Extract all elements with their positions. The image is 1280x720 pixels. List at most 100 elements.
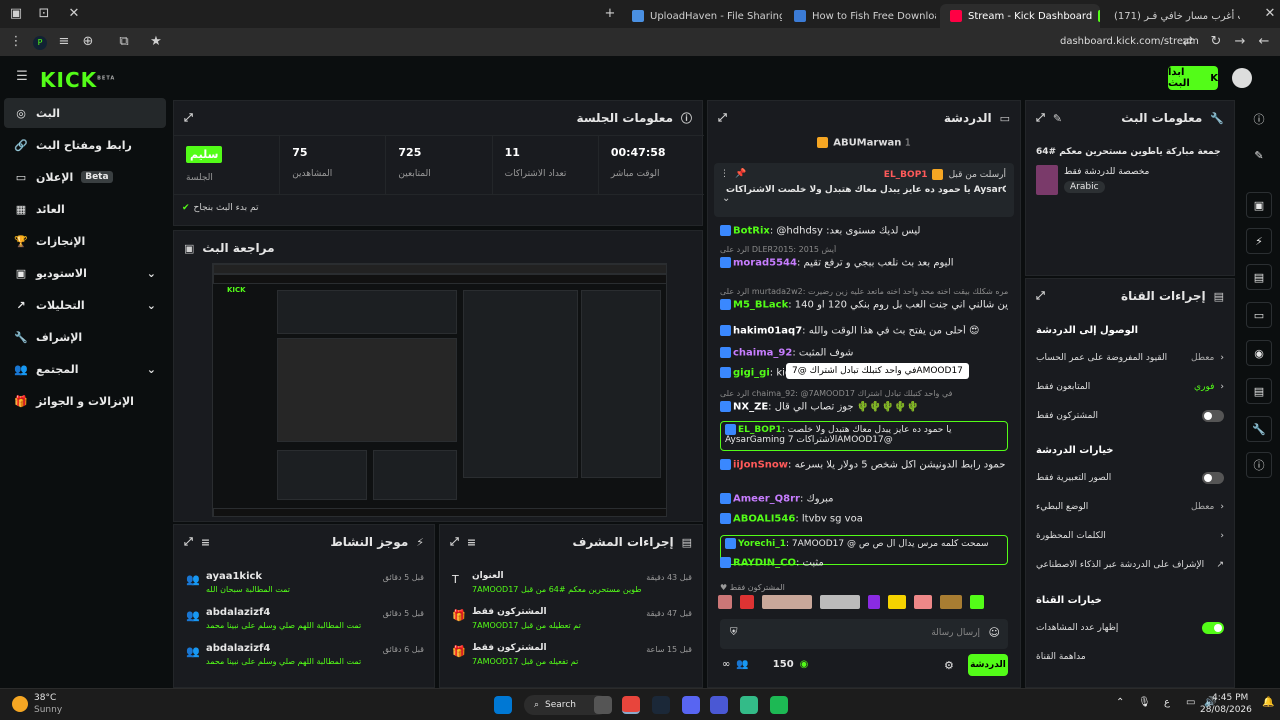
emote-icon[interactable] [718,595,732,609]
sidebar-item-6[interactable]: ↗ التحليلات ⌄ [4,290,166,320]
setting-row[interactable]: مداهمة القناة [1036,644,1224,670]
steam-icon[interactable] [652,696,670,714]
chat-message[interactable]: EL_BOP1: يا حمود ده عايز يبدل معاك هتبدل… [720,421,1008,451]
go-live-button[interactable]: ابدا البث K [1168,66,1218,90]
stream-preview-video[interactable]: KICK [212,263,667,517]
hamburger-menu-icon[interactable]: ☰ [14,69,30,85]
chat-message[interactable]: RAYDIN_CO: مثبت [720,557,1008,569]
pinned-message[interactable]: ⋮ 📌 EL_BOP1 أرسلت من قبل يا حمود ده عايز… [714,163,1014,217]
download-icon[interactable]: ⊕ [80,34,96,50]
sidebar-item-8[interactable]: 👥 المجتمع ⌄ [4,354,166,384]
user-avatar[interactable] [1232,68,1252,88]
emote-bar[interactable] [718,595,1008,615]
chevron-right-icon[interactable]: › [1220,531,1224,541]
emote-icon[interactable] [914,595,932,609]
app-icon[interactable] [770,696,788,714]
sidebar-item-1[interactable]: 🔗 رابط ومفتاح البث [4,130,166,160]
sidebar-item-4[interactable]: 🏆 الإنجازات [4,226,166,256]
channel-icon[interactable]: ▤ [1246,378,1272,404]
site-settings-icon[interactable]: ⇄ [1180,34,1196,50]
setting-row[interactable]: الإشراف على الدردشة عبر الذكاء الاصطناعي… [1036,552,1224,578]
chat-message[interactable]: ABOALI546: ltvbv sg voa [720,513,1008,525]
more-icon[interactable]: ⋮ [720,169,729,179]
setting-row[interactable]: الكلمات المحظورة › [1036,523,1224,549]
setting-row[interactable]: الصور التعبيرية فقط [1036,465,1224,491]
session-icon[interactable]: ⓘ [1246,452,1272,478]
chevron-down-icon[interactable]: ⌄ [147,299,156,312]
notification-icon[interactable]: 🔔 [1262,697,1274,708]
extensions-icon[interactable]: ⧉ [116,34,132,50]
chrome-icon[interactable] [622,696,640,714]
chat-message[interactable]: BotRix: @hdhdsy :ليس لديك مستوى بعد [720,225,1008,237]
tab-search-icon[interactable]: ⊡ [36,6,52,22]
network-icon[interactable]: ▭ [1186,697,1195,708]
chat-message[interactable]: iiJonSnow: شباب نريد دعمكم نريد نزوج حمو… [720,459,1008,471]
chat-message[interactable]: chaima_92: شوف المثبت [720,347,1008,359]
chevron-right-icon[interactable]: › [1220,353,1224,363]
windows-start-icon[interactable] [494,696,512,714]
filter-icon[interactable]: ≡ [56,34,72,50]
forward-icon[interactable]: → [1232,34,1248,50]
emote-icon[interactable] [940,595,962,609]
sidebar-item-2[interactable]: ▭ الإعلان Beta [4,162,166,192]
weather-icon[interactable] [12,696,28,712]
setting-row[interactable]: المشتركون فقط [1036,403,1224,429]
expand-icon[interactable]: ⤢ [184,111,193,125]
info-icon[interactable]: ⓘ [1246,106,1272,132]
mod-action-item[interactable]: 🎁 المشتركون فقط 7AMOOD17 تم تعطيله من قبل ق… [450,605,692,641]
chat-message[interactable]: morad5544: اليوم بعد بث نلعب ببجي و ترفع… [720,257,1008,269]
reload-icon[interactable]: ↻ [1208,34,1224,50]
chevron-down-icon[interactable]: ⌄ [147,267,156,280]
preview-icon[interactable]: ◉ [1246,340,1272,366]
sidebar-item-0[interactable]: ◎ البث [4,98,166,128]
chat-message[interactable]: NX_ZE: جوز تصاب الي قال 🌵🌵🌵🌵🌵 [720,401,1008,413]
sidebar-item-7[interactable]: 🔧 الإشراف [4,322,166,352]
external-link-icon[interactable]: ↗ [1216,560,1224,570]
layout-icon[interactable]: ▣ [1246,192,1272,218]
app-icon[interactable] [710,696,728,714]
chat-message[interactable]: hakim01aq7: أحلى من يفتح بث في هذا الوقت… [720,325,1008,337]
menu-dots-icon[interactable]: ⋮ [8,34,24,50]
back-icon[interactable]: ← [1256,34,1272,50]
chat-input[interactable]: ⛨ إرسال رسالة ☺ [720,619,1008,649]
pin-icon[interactable]: 📌 [735,169,746,179]
chat-message[interactable]: M5_BLack: اي جان ينكي عالي و جنت جايب 5 … [720,299,1008,311]
home-icon[interactable] [594,696,612,714]
edit-icon[interactable]: ✎ [1053,112,1062,125]
setting-row[interactable]: الوضع البطيء معطل › [1036,494,1224,520]
bookmark-star-icon[interactable]: ★ [148,34,164,50]
emote-icon[interactable] [740,595,754,609]
extension-icon[interactable]: P [32,34,48,50]
wrench-icon[interactable]: 🔧 [1246,416,1272,442]
chat-settings-icon[interactable]: ⚙ [944,659,954,672]
setting-row[interactable]: إظهار عدد المشاهدات [1036,615,1224,641]
tab-fish[interactable]: How to Fish Free Download (v1 [784,4,936,28]
expand-icon[interactable]: ⤢ [184,535,193,549]
chevron-down-icon[interactable]: ⌄ [722,193,730,204]
chat-send-button[interactable]: الدردشة [968,654,1008,676]
expand-icon[interactable]: ⤢ [450,535,459,549]
emoji-icon[interactable]: ☺ [989,626,1000,639]
chevron-down-icon[interactable]: ⌄ [147,363,156,376]
tray-chevron-icon[interactable]: ⌃ [1116,697,1124,708]
filter-icon[interactable]: ≡ [201,536,210,549]
url-text[interactable]: dashboard.kick.com/stream [1060,36,1199,47]
toggle-switch[interactable] [1202,410,1224,422]
edit-icon[interactable]: ✎ [1246,142,1272,168]
shield-icon[interactable]: ⛨ [730,627,738,638]
chevron-right-icon[interactable]: › [1220,382,1224,392]
language-icon[interactable]: ع [1164,697,1170,708]
expand-icon[interactable]: ⤢ [1036,289,1045,303]
activity-item[interactable]: 👥 abdalazizf4 تمت المطالبة اللهم صلي وسلم … [184,605,424,641]
new-tab-icon[interactable]: + [602,6,618,22]
mod-action-item[interactable]: Tالعنوان7AMOOD17 تم تغييره إلى جمعة مبار… [450,569,692,605]
log-icon[interactable]: ▤ [1246,264,1272,290]
chevron-right-icon[interactable]: › [1220,502,1224,512]
sidebar-item-3[interactable]: ▦ العائد [4,194,166,224]
app-icon[interactable] [740,696,758,714]
mod-action-item[interactable]: 🎁 المشتركون فقط 7AMOOD17 تم تفعيله من قبل ق… [450,641,692,677]
bolt-icon[interactable]: ⚡ [1246,228,1272,254]
expand-icon[interactable]: ⤢ [1036,111,1045,125]
sidebar-item-9[interactable]: 🎁 الإنزالات و الجوائز [4,386,166,416]
pinned-gift-bar[interactable]: ABUMarwan 1 [708,137,1020,155]
